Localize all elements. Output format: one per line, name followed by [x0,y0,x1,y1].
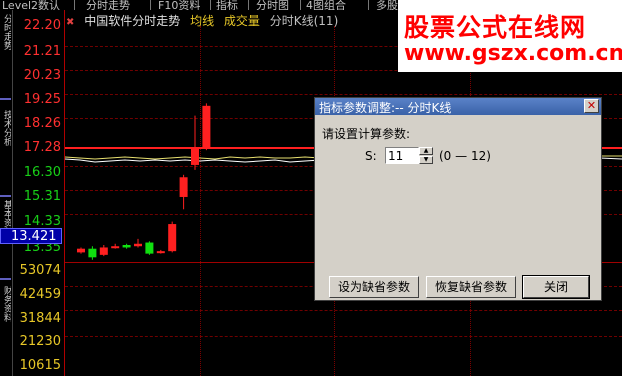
candle-body [202,105,211,148]
candle-body [191,147,199,165]
chart-title-row: ✖ 中国软件分时走势 均线 成交量 分时K线(11) [66,12,344,28]
candle-body [88,248,97,258]
set-default-button[interactable]: 设为缺省参数 [329,276,419,298]
close-icon[interactable]: ✕ [584,99,599,113]
spin-down-icon[interactable]: ▼ [419,156,433,164]
indicator-volume[interactable]: 成交量 [224,14,260,28]
chart-title: 中国软件分时走势 [84,14,181,28]
candle-body [99,247,108,255]
spin-up-icon[interactable]: ▲ [419,147,433,155]
indicator-param-dialog: 指标参数调整:-- 分时K线 ✕ 请设置计算参数: S: ▲ ▼ (0 — 12… [314,97,602,301]
candle-body [122,245,131,248]
indicator-kline[interactable]: 分时K线(11) [270,14,339,28]
candle-body [156,251,165,254]
candle-body [168,224,177,252]
candle-body [111,246,120,249]
param-label: S: [365,149,377,163]
watermark-line2: www.gszx.com.cn [404,41,622,66]
dialog-title: 指标参数调整:-- 分时K线 [319,101,452,115]
param-input[interactable] [385,147,419,164]
close-button[interactable]: 关闭 [522,275,590,299]
dialog-prompt: 请设置计算参数: [322,127,411,141]
candle-body [179,177,188,197]
candle-body [77,248,85,253]
settings-icon[interactable]: ✖ [66,17,74,28]
dialog-titlebar[interactable]: 指标参数调整:-- 分时K线 ✕ [315,98,601,115]
indicator-avg[interactable]: 均线 [190,14,214,28]
param-stepper[interactable]: ▲ ▼ [419,147,433,164]
restore-default-button[interactable]: 恢复缺省参数 [426,276,516,298]
param-range: (0 — 12) [439,149,491,163]
watermark-banner: 股票公式在线网 www.gszx.com.cn [398,0,622,72]
candle-body [145,242,154,254]
candle-body [134,243,142,247]
watermark-line1: 股票公式在线网 [404,13,587,42]
